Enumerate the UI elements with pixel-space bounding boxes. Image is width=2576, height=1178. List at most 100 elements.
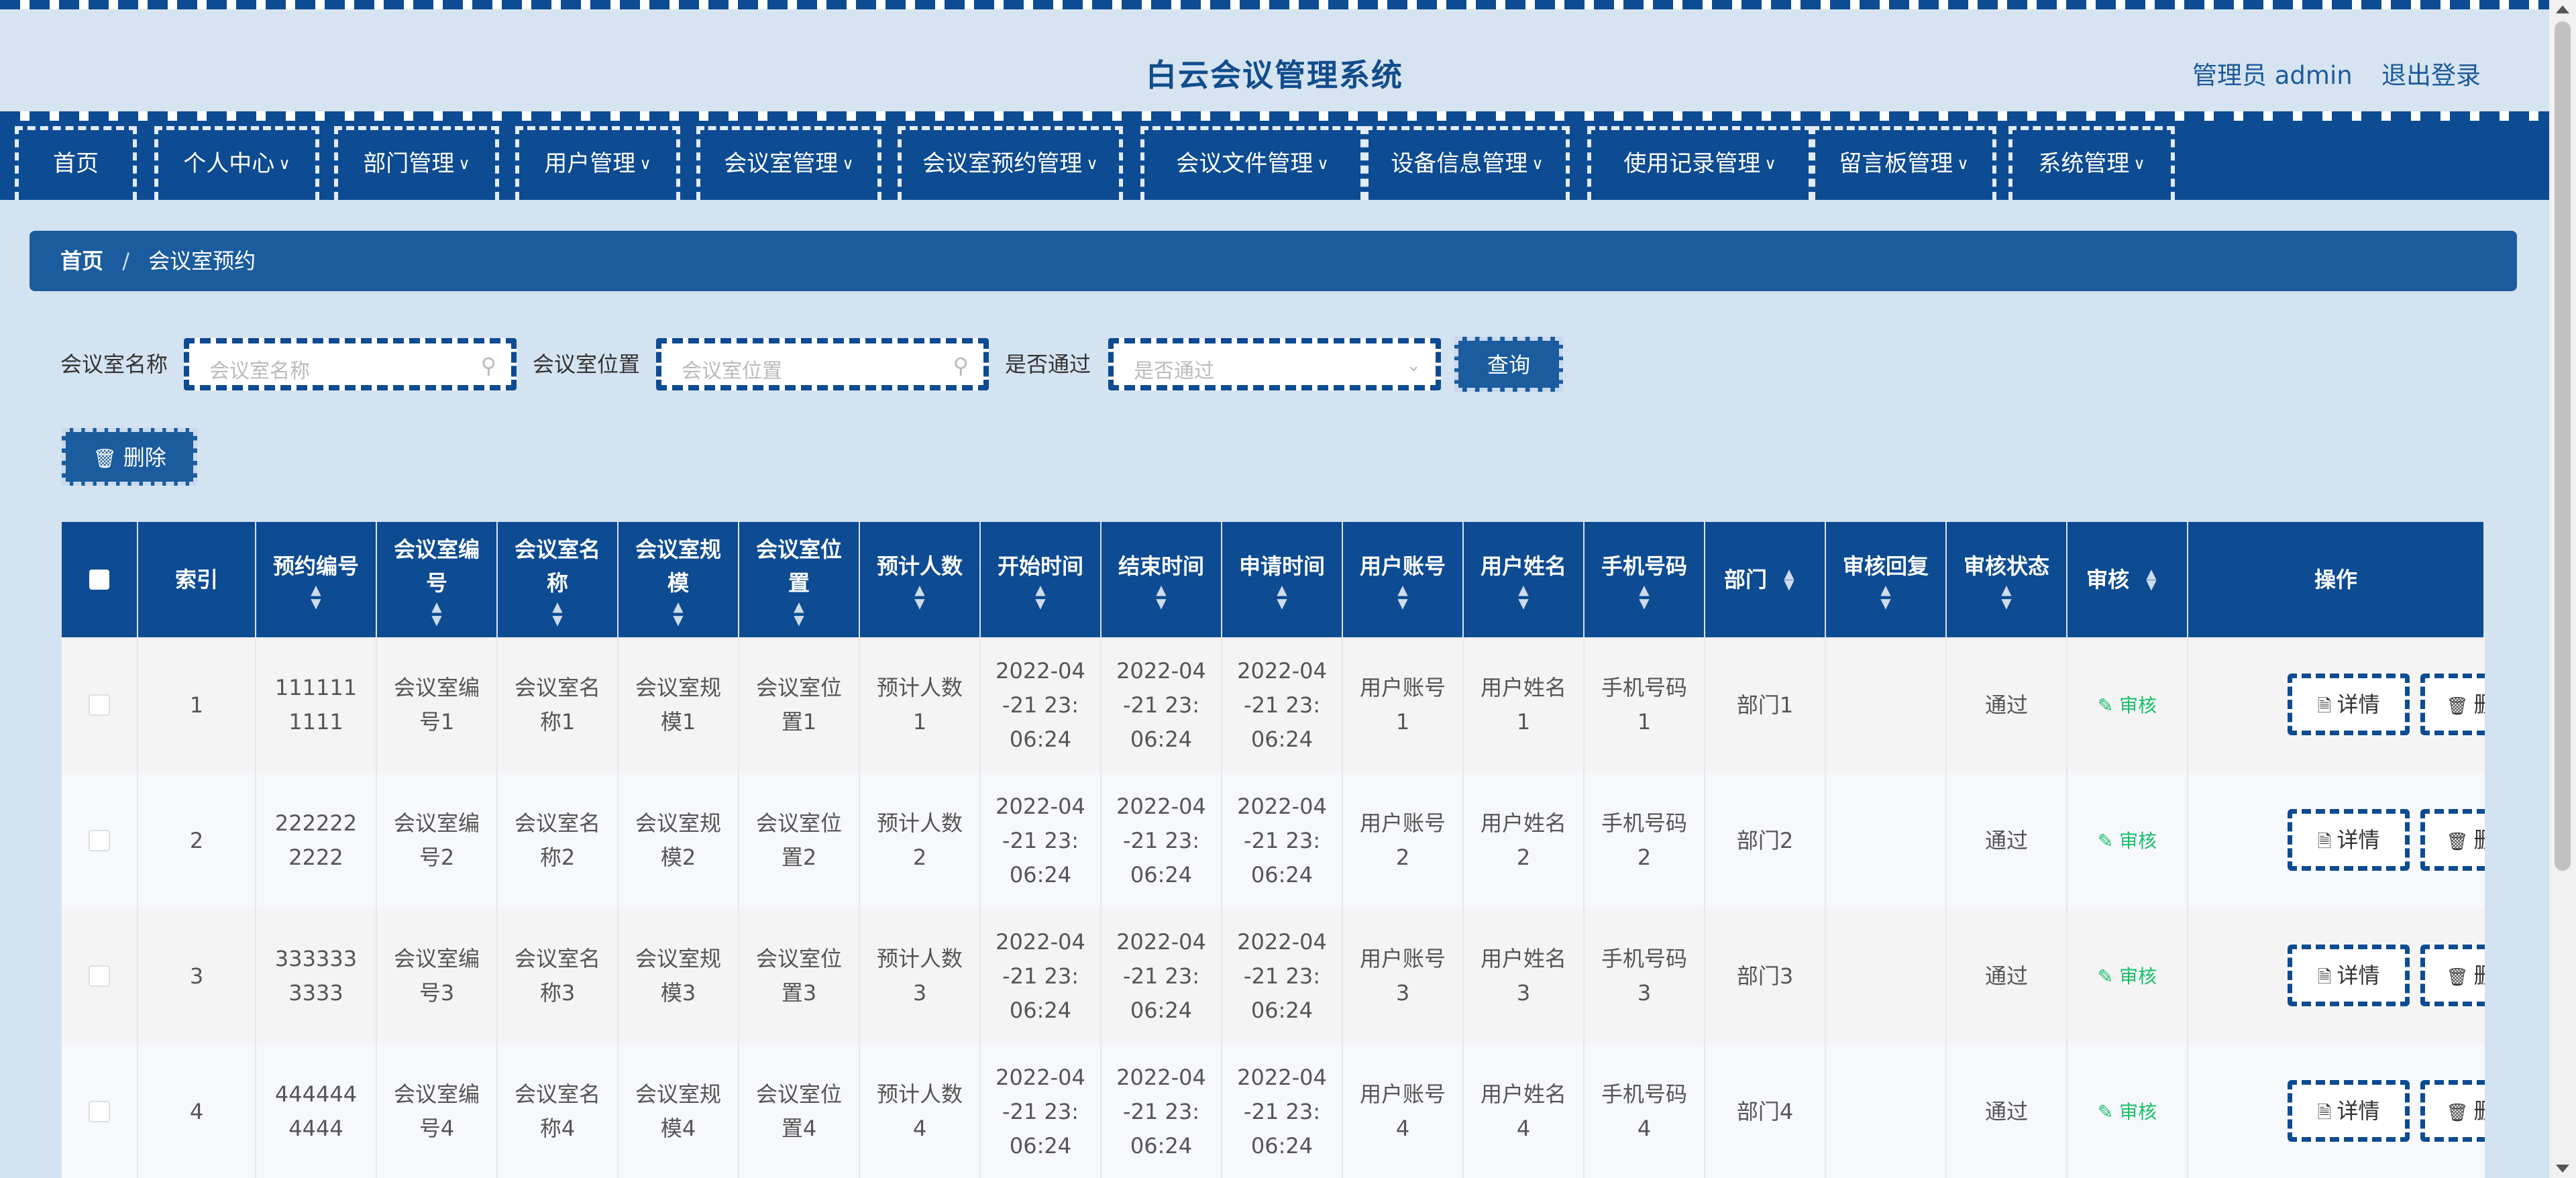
sort-icon[interactable]: ▲▼ xyxy=(1277,583,1287,610)
header-text: 预约编号 xyxy=(272,553,359,579)
chevron-down-icon: ∨ xyxy=(1317,154,1329,173)
row-delete-button[interactable]: 🗑删除 xyxy=(2420,809,2485,871)
row-select-cell xyxy=(62,1044,138,1178)
column-header-17[interactable]: 审核 ▲▼ xyxy=(2068,522,2188,637)
row-delete-button[interactable]: 🗑删除 xyxy=(2420,945,2485,1006)
column-header-13[interactable]: 手机号码 ▲ ▼ xyxy=(1585,522,1705,637)
logout-link[interactable]: 退出登录 xyxy=(2381,55,2481,91)
nav-item-label: 系统管理 xyxy=(2038,150,2130,177)
sort-icon[interactable]: ▲▼ xyxy=(552,600,562,627)
detail-button-label: 详情 xyxy=(2337,963,2380,988)
row-checkbox[interactable] xyxy=(89,965,110,987)
room-name-placeholder: 会议室名称 xyxy=(209,360,310,383)
nav-item-5[interactable]: 会议室管理 ∨ xyxy=(696,126,881,200)
nav-item-10[interactable]: 留言板管理 ∨ xyxy=(1811,126,1996,200)
nav-item-8[interactable]: 设备信息管理 ∨ xyxy=(1364,126,1570,200)
edit-icon: ✎ xyxy=(2097,694,2120,716)
column-header-label: 用户姓名 xyxy=(1470,549,1577,583)
sort-icon[interactable]: ▲▼ xyxy=(1156,583,1166,610)
breadcrumb-home[interactable]: 首页 xyxy=(60,248,103,274)
sort-icon[interactable]: ▲▼ xyxy=(914,583,924,610)
row-delete-button-label: 删除 xyxy=(2473,692,2485,717)
column-header-5[interactable]: 会议室规模 ▲ ▼ xyxy=(619,522,739,637)
audit-link[interactable]: ✎ 审核 xyxy=(2098,824,2157,858)
sort-icon[interactable]: ▲▼ xyxy=(2001,583,2011,610)
row-checkbox[interactable] xyxy=(89,694,110,716)
sort-icon[interactable]: ▲▼ xyxy=(431,600,441,627)
column-header-label: 操作 xyxy=(2304,563,2368,596)
sort-icon[interactable]: ▲▼ xyxy=(1035,583,1045,610)
column-header-label: 审核状态 xyxy=(1953,549,2060,583)
cell-status: 通过 xyxy=(1947,908,2068,1044)
cell-phone: 手机号码4 xyxy=(1585,1044,1705,1178)
column-header-10[interactable]: 申请时间 ▲ ▼ xyxy=(1222,522,1343,637)
audit-link[interactable]: ✎ 审核 xyxy=(2098,959,2157,994)
nav-item-1[interactable]: 首页 xyxy=(15,126,137,200)
sort-icon[interactable]: ▲▼ xyxy=(1880,583,1890,610)
cell-actions: 🗎详情🗑删除 xyxy=(2188,773,2485,908)
detail-button[interactable]: 🗎 详情 xyxy=(2288,809,2410,871)
row-delete-button[interactable]: 🗑删除 xyxy=(2420,1080,2485,1142)
approved-select[interactable]: 是否通过 ⌄ xyxy=(1108,338,1441,390)
room-name-input[interactable]: 会议室名称 ⚲ xyxy=(184,338,517,390)
batch-delete-button[interactable]: 🗑 删除 xyxy=(62,428,197,486)
room-name-label: 会议室名称 xyxy=(60,352,168,377)
nav-item-7[interactable]: 会议文件管理 ∨ xyxy=(1140,126,1364,200)
row-checkbox[interactable] xyxy=(89,1101,110,1122)
select-all-checkbox[interactable] xyxy=(89,570,109,590)
sort-icon[interactable]: ▲▼ xyxy=(2135,566,2168,587)
nav-item-4[interactable]: 用户管理 ∨ xyxy=(515,126,680,200)
sort-icon[interactable]: ▲▼ xyxy=(1772,566,1806,587)
table-header: 索引 预约编号 ▲ ▼ 会议室编号 ▲ ▼ 会议室名称 ▲ ▼ 会议室规模 ▲ ▼ 会议室位置 ▲ ▼ 预计人数… xyxy=(62,522,2485,637)
sort-icon[interactable]: ▲▼ xyxy=(1518,583,1528,610)
scrollbar-thumb[interactable] xyxy=(2555,21,2571,871)
nav-item-3[interactable]: 部门管理 ∨ xyxy=(334,126,499,200)
nav-item-6[interactable]: 会议室预约管理 ∨ xyxy=(898,126,1123,200)
audit-link[interactable]: ✎ 审核 xyxy=(2098,1095,2157,1129)
scroll-down-arrow[interactable] xyxy=(2556,1165,2569,1173)
document-icon: 🗎 xyxy=(2317,696,2332,716)
column-header-12[interactable]: 用户姓名 ▲ ▼ xyxy=(1464,522,1585,637)
column-header-16[interactable]: 审核状态 ▲ ▼ xyxy=(1947,522,2068,637)
nav-item-2[interactable]: 个人中心 ∨ xyxy=(154,126,319,200)
column-header-6[interactable]: 会议室位置 ▲ ▼ xyxy=(739,522,860,637)
detail-button[interactable]: 🗎 详情 xyxy=(2288,1080,2410,1142)
column-header-14[interactable]: 部门 ▲▼ xyxy=(1705,522,1826,637)
sort-icon[interactable]: ▲▼ xyxy=(1639,583,1649,610)
row-delete-button[interactable]: 🗑删除 xyxy=(2420,674,2485,735)
cell-apply: 2022-04-21 23:06:24 xyxy=(1222,637,1343,773)
detail-button-label: 详情 xyxy=(2337,692,2380,717)
sort-icon[interactable]: ▲▼ xyxy=(311,583,321,610)
column-header-1[interactable]: 索引 xyxy=(138,522,256,637)
column-header-11[interactable]: 用户账号 ▲ ▼ xyxy=(1343,522,1464,637)
column-header-9[interactable]: 结束时间 ▲ ▼ xyxy=(1102,522,1222,637)
detail-button[interactable]: 🗎 详情 xyxy=(2288,945,2410,1006)
audit-link[interactable]: ✎ 审核 xyxy=(2098,688,2157,722)
sort-icon[interactable]: ▲▼ xyxy=(1397,583,1407,610)
sort-icon[interactable]: ▲▼ xyxy=(673,600,683,627)
cell-apply: 2022-04-21 23:06:24 xyxy=(1222,908,1343,1044)
header-text: 审核回复 xyxy=(1842,553,1929,579)
query-button[interactable]: 查询 xyxy=(1454,337,1563,392)
audit-label: 审核 xyxy=(2119,965,2157,987)
column-header-2[interactable]: 预约编号 ▲ ▼ xyxy=(256,522,377,637)
nav-item-9[interactable]: 使用记录管理 ∨ xyxy=(1587,126,1813,200)
detail-button[interactable]: 🗎 详情 xyxy=(2288,674,2410,735)
column-header-label: 会议室规模 xyxy=(619,533,738,600)
row-checkbox[interactable] xyxy=(89,830,110,851)
cell-expected: 预计人数1 xyxy=(860,637,981,773)
column-header-15[interactable]: 审核回复 ▲ ▼ xyxy=(1826,522,1947,637)
column-header-4[interactable]: 会议室名称 ▲ ▼ xyxy=(498,522,619,637)
sort-icon[interactable]: ▲▼ xyxy=(794,600,804,627)
room-location-input[interactable]: 会议室位置 ⚲ xyxy=(656,338,989,390)
scroll-up-arrow[interactable] xyxy=(2556,5,2569,13)
nav-item-11[interactable]: 系统管理 ∨ xyxy=(2008,126,2175,200)
table-row: 2 2222222222 会议室编号2 会议室名称2 会议室规模2 会议室位置2 预计人数2… xyxy=(62,773,2485,910)
column-header-8[interactable]: 开始时间 ▲ ▼ xyxy=(981,522,1102,637)
column-header-7[interactable]: 预计人数 ▲ ▼ xyxy=(860,522,981,637)
vertical-scrollbar[interactable] xyxy=(2549,0,2576,1178)
column-header-3[interactable]: 会议室编号 ▲ ▼ xyxy=(377,522,498,637)
column-header-18[interactable]: 操作 xyxy=(2188,522,2485,637)
row-select-cell xyxy=(62,773,138,908)
chevron-down-icon: ∨ xyxy=(842,154,854,173)
